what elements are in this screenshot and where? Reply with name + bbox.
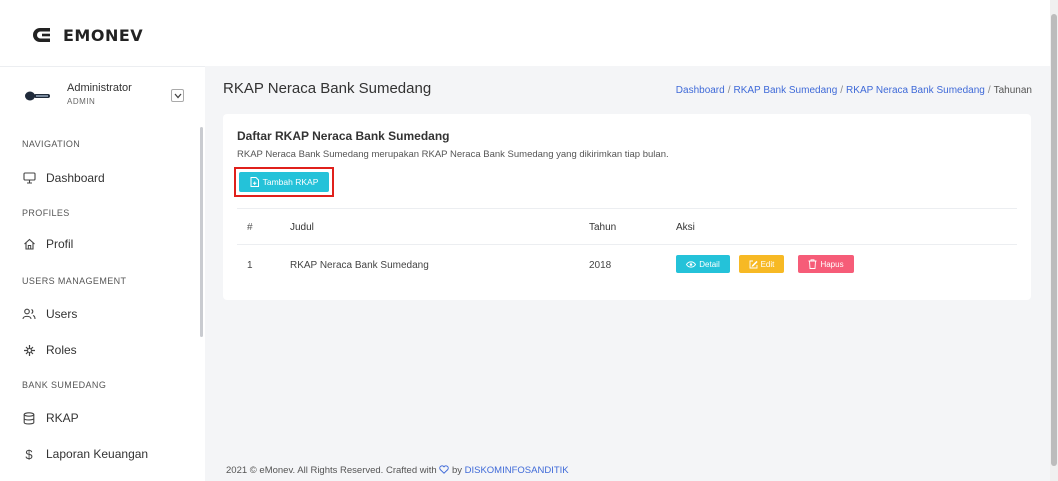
trash-icon [808,259,817,269]
add-button-label: Tambah RKAP [262,177,319,187]
cell-tahun: 2018 [589,260,612,271]
breadcrumb-link-rkap-neraca[interactable]: RKAP Neraca Bank Sumedang [846,85,985,96]
section-label-profiles: PROFILES [22,208,70,218]
breadcrumb-separator: / [727,85,731,96]
delete-button[interactable]: Hapus [798,255,854,273]
section-label-bank-sumedang: BANK SUMEDANG [22,380,107,390]
edit-button[interactable]: Edit [739,255,784,273]
home-icon [22,237,36,251]
rkap-list-card: Daftar RKAP Neraca Bank Sumedang RKAP Ne… [223,114,1031,300]
user-name: Administrator [67,82,132,94]
edit-label: Edit [760,259,775,269]
card-title: Daftar RKAP Neraca Bank Sumedang [237,129,450,143]
rkap-table: # Judul Tahun Aksi 1 RKAP Neraca Bank Su… [237,208,1017,285]
header-aksi: Aksi [676,222,695,233]
cell-judul: RKAP Neraca Bank Sumedang [290,260,429,271]
add-rkap-button[interactable]: Tambah RKAP [239,172,329,192]
card-description: RKAP Neraca Bank Sumedang merupakan RKAP… [237,149,669,160]
sidebar-item-label: Profil [46,237,74,251]
user-role: ADMIN [67,97,96,106]
app-name: EMONEV [63,25,144,45]
sidebar-item-rkap[interactable]: RKAP [22,407,192,429]
top-header: EMONEV [0,0,1050,66]
header-num: # [247,222,253,233]
header-judul: Judul [290,222,314,233]
roles-icon [22,343,36,357]
sidebar-item-roles[interactable]: Roles [22,339,192,361]
footer-credit-link[interactable]: DISKOMINFOSANDITIK [465,465,569,476]
monitor-icon [22,171,36,185]
delete-label: Hapus [820,259,844,269]
sidebar-scrollbar[interactable] [200,127,203,337]
chevron-down-icon [174,93,181,98]
sidebar-item-profil[interactable]: Profil [22,233,192,255]
footer-text: 2021 © eMonev. All Rights Reserved. Craf… [226,465,437,476]
brand[interactable]: EMONEV [33,25,143,45]
page-scrollbar[interactable] [1050,0,1058,481]
footer-by: by [451,465,462,476]
sidebar-item-laporan-keuangan[interactable]: $ Laporan Keuangan [22,443,192,465]
heart-icon [439,465,450,474]
sidebar-item-label: RKAP [46,411,79,425]
table-header: # Judul Tahun Aksi [237,208,1017,245]
add-button-highlight: Tambah RKAP [234,167,334,197]
file-plus-icon [250,177,259,187]
dollar-icon: $ [25,446,33,462]
breadcrumb-separator: / [987,85,991,96]
page-scrollbar-thumb[interactable] [1051,14,1057,466]
section-label-navigation: NAVIGATION [22,139,81,149]
breadcrumb-link-dashboard[interactable]: Dashboard [676,85,725,96]
breadcrumb-current: Tahunan [993,85,1032,96]
section-label-users-management: USERS MANAGEMENT [22,276,127,286]
users-icon [22,307,36,321]
breadcrumb-link-rkap-bank-sumedang[interactable]: RKAP Bank Sumedang [733,85,837,96]
detail-label: Detail [699,259,720,269]
breadcrumb-separator: / [840,85,844,96]
user-profile[interactable]: Administrator ADMIN [25,67,205,127]
cell-num: 1 [247,260,253,271]
sidebar-item-label: Roles [46,343,77,357]
edit-icon [749,260,758,268]
sidebar-item-users[interactable]: Users [22,303,192,325]
sidebar-item-dashboard[interactable]: Dashboard [22,167,192,189]
sidebar-item-label: Dashboard [46,171,105,185]
page-title: RKAP Neraca Bank Sumedang [223,80,432,97]
table-row: 1 RKAP Neraca Bank Sumedang 2018 Detail … [237,245,1017,285]
sidebar: Administrator ADMIN NAVIGATION Dashboard… [0,66,205,481]
breadcrumb: Dashboard / RKAP Bank Sumedang / RKAP Neraca… [676,85,1032,96]
detail-button[interactable]: Detail [676,255,730,273]
emonev-logo-icon [33,28,50,42]
avatar [25,91,50,101]
user-menu-toggle[interactable] [171,89,184,102]
footer: 2021 © eMonev. All Rights Reserved. Craf… [226,465,569,476]
header-tahun: Tahun [589,222,617,233]
eye-icon [686,260,697,268]
database-icon [22,411,36,425]
sidebar-item-label: Users [46,307,78,321]
sidebar-item-label: Laporan Keuangan [46,447,149,461]
